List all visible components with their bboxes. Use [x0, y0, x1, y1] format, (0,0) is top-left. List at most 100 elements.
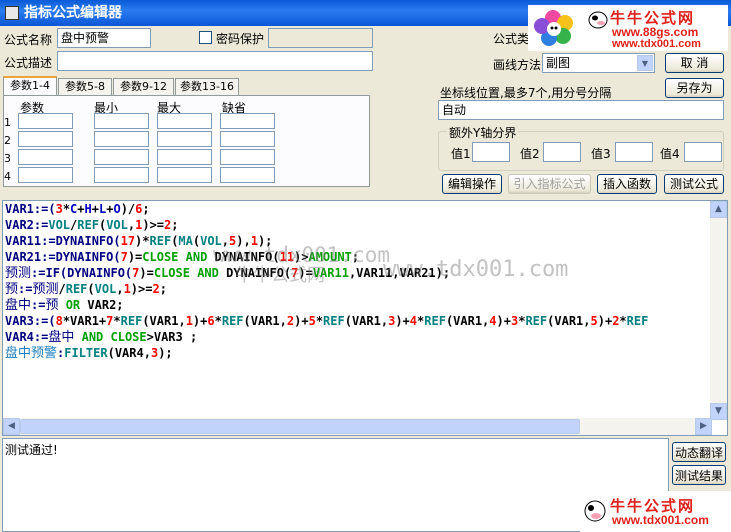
code-token: 1: [123, 282, 131, 296]
code-line: 盘中:=预 OR VAR2;: [3, 297, 727, 313]
param-min-input[interactable]: [94, 113, 149, 129]
tab-params-5-8[interactable]: 参数5-8: [58, 78, 112, 96]
test-result-button[interactable]: 测试结果: [672, 465, 726, 485]
test-result-box: 测试通过!: [2, 438, 669, 532]
code-token: (: [87, 282, 95, 296]
tab-params-13-16[interactable]: 参数13-16: [175, 78, 239, 96]
param-min-input[interactable]: [94, 149, 149, 165]
code-token: 4: [409, 314, 418, 328]
flower-logo-icon: [534, 10, 573, 46]
code-line: VAR1:=(3*C+H+L+O)/6;: [3, 201, 727, 217]
coord-input[interactable]: 自动: [438, 100, 724, 120]
scroll-right-icon[interactable]: ▶: [695, 418, 712, 435]
code-token: )+: [597, 314, 613, 328]
code-token: ;: [171, 218, 179, 232]
cancel-button[interactable]: 取 消: [665, 53, 724, 73]
param-default-input[interactable]: [220, 167, 275, 183]
param-grid: 参数 最小 最大 缺省 1 2 3 4: [3, 95, 370, 187]
param-name-input[interactable]: [18, 167, 73, 183]
code-editor[interactable]: VAR1:=(3*C+H+L+O)/6; VAR2:=VOL/REF(VOL,1)…: [2, 200, 728, 436]
insert-function-button[interactable]: 插入函数: [597, 174, 657, 194]
code-token: ;: [159, 282, 167, 296]
code-token: (VAR1,: [445, 314, 490, 328]
draw-method-value: 副图: [546, 56, 571, 70]
edit-ops-button[interactable]: 编辑操作: [442, 174, 502, 194]
param-default-input[interactable]: [220, 131, 275, 147]
y-value-4-input[interactable]: [684, 142, 722, 162]
y-value-3-input[interactable]: [615, 142, 653, 162]
code-token: MA: [178, 234, 193, 248]
code-token: )>=: [142, 218, 165, 232]
test-formula-button[interactable]: 测试公式: [664, 174, 724, 194]
param-min-input[interactable]: [94, 167, 149, 183]
code-token: +: [77, 202, 85, 216]
dynamic-translate-button[interactable]: 动态翻译: [672, 442, 726, 462]
code-token: :=: [31, 298, 46, 312]
code-token: 盘中预警: [5, 346, 58, 361]
param-row-label: 1: [4, 116, 11, 129]
code-token: (VAR1,: [142, 314, 186, 328]
code-token: )/: [120, 202, 136, 216]
code-lines: VAR1:=(3*C+H+L+O)/6; VAR2:=VOL/REF(VOL,1)…: [3, 201, 727, 361]
code-token: 预: [5, 282, 19, 297]
y-value-1-input[interactable]: [472, 142, 510, 162]
logo-bottom-url: www.tdx001.com: [612, 513, 709, 527]
param-default-input[interactable]: [220, 149, 275, 165]
code-line: VAR3:=(8*VAR1+7*REF(VAR1,1)+6*REF(VAR1,2…: [3, 313, 727, 329]
code-token: CLOSE AND: [142, 250, 208, 264]
code-token: 5: [590, 314, 598, 328]
save-as-button[interactable]: 另存为: [665, 78, 724, 98]
code-token: 预测: [32, 282, 59, 297]
param-max-input[interactable]: [157, 113, 212, 129]
code-token: +: [91, 202, 99, 216]
y-value-2-input[interactable]: [543, 142, 581, 162]
tab-params-9-12[interactable]: 参数9-12: [113, 78, 174, 96]
code-token: 盘中: [5, 298, 32, 313]
param-max-input[interactable]: [157, 149, 212, 165]
param-default-input[interactable]: [220, 113, 275, 129]
formula-name-input[interactable]: 盘中预警: [57, 28, 151, 48]
param-row-label: 3: [4, 152, 11, 165]
scroll-up-icon[interactable]: ▲: [710, 201, 727, 218]
password-label: 密码保护: [216, 32, 265, 46]
code-token: VOL: [48, 218, 71, 232]
formula-desc-label: 公式描述: [4, 56, 53, 70]
import-formula-button[interactable]: 引入指标公式: [508, 174, 591, 194]
code-token: ,: [116, 282, 124, 296]
code-token: CLOSE AND: [153, 266, 219, 280]
param-name-input[interactable]: [18, 131, 73, 147]
tab-params-1-4[interactable]: 参数1-4: [3, 76, 57, 96]
code-horizontal-scrollbar[interactable]: ◀ ▶: [3, 418, 712, 435]
code-token: )+: [294, 314, 309, 328]
logo-top-url: www.88gs.com: [612, 25, 699, 39]
code-token: )=: [127, 250, 143, 264]
formula-desc-input[interactable]: [57, 51, 373, 71]
scroll-down-icon[interactable]: ▼: [710, 403, 727, 420]
code-token: OR: [58, 298, 81, 312]
code-token: )>=: [130, 282, 153, 296]
chevron-down-icon[interactable]: ▼: [637, 55, 653, 71]
code-token: );: [158, 346, 173, 360]
draw-method-label: 画线方法: [493, 58, 542, 72]
scroll-left-icon[interactable]: ◀: [3, 418, 20, 435]
password-checkbox[interactable]: [199, 31, 212, 44]
scroll-thumb[interactable]: [20, 419, 580, 434]
code-token: 盘中: [48, 330, 75, 345]
code-token: VAR11:=DYNAINFO(: [5, 234, 121, 248]
param-min-input[interactable]: [94, 131, 149, 147]
param-max-input[interactable]: [157, 167, 212, 183]
code-token: (VAR1,: [547, 314, 591, 328]
code-token: )=: [139, 266, 154, 280]
code-vertical-scrollbar[interactable]: ▲ ▼: [710, 201, 727, 420]
code-token: *VAR1+: [62, 314, 107, 328]
logo-top-url2: www.tdx001.com: [612, 38, 701, 50]
code-token: (VAR1,: [243, 314, 287, 328]
param-name-input[interactable]: [18, 113, 73, 129]
password-input[interactable]: [268, 28, 373, 48]
param-name-input[interactable]: [18, 149, 73, 165]
draw-method-select[interactable]: 副图 ▼: [542, 53, 655, 73]
param-max-input[interactable]: [157, 131, 212, 147]
code-token: VAR2:=: [5, 218, 49, 232]
code-token: REF: [77, 218, 99, 232]
code-token: )+: [395, 314, 410, 328]
